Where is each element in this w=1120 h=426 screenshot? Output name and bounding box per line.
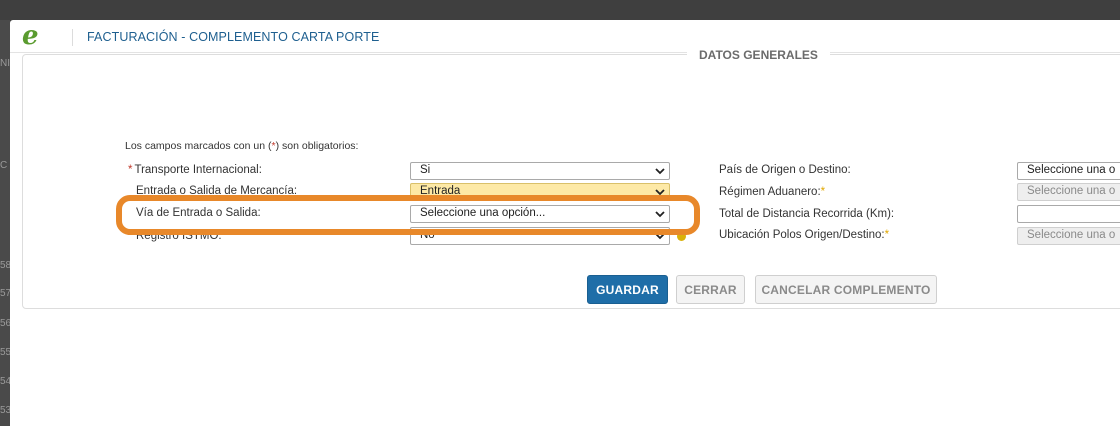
chevron-down-icon <box>655 189 665 196</box>
cerrar-button[interactable]: CERRAR <box>676 275 745 304</box>
ubicacion-polos-select[interactable]: Seleccione una o <box>1017 227 1120 245</box>
header-divider <box>72 29 73 46</box>
select-value: Seleccione una o <box>1027 229 1116 241</box>
entrada-salida-mercancia-label: Entrada o Salida de Mercancía: <box>136 185 297 197</box>
registro-istmo-label: Registro ISTMO: <box>136 230 222 242</box>
label-text: Total de Distancia Recorrida (Km): <box>719 208 895 220</box>
backdrop-fragment: 57 <box>0 288 10 299</box>
backdrop-left-strip: NI C 58 57 56 55 54 53 <box>0 20 10 426</box>
via-entrada-salida-label: Vía de Entrada o Salida: <box>136 207 261 219</box>
note-prefix: Los campos marcados con un ( <box>125 140 272 152</box>
select-value: Seleccione una o <box>1027 185 1116 197</box>
label-text: Entrada o Salida de Mercancía: <box>136 185 298 197</box>
label-text: Registro ISTMO: <box>136 230 222 242</box>
ubicacion-polos-label: Ubicación Polos Origen/Destino:* <box>719 229 889 241</box>
pais-origen-destino-select[interactable]: Seleccione una o <box>1017 162 1120 180</box>
via-entrada-salida-select[interactable]: Seleccione una opción... <box>410 205 670 223</box>
label-text: Régimen Aduanero: <box>719 186 821 198</box>
backdrop-top-bar <box>0 0 1120 20</box>
backdrop-fragment: 55 <box>0 347 10 358</box>
regimen-aduanero-label: Régimen Aduanero:* <box>719 186 825 198</box>
note-suffix: ) son obligatorios: <box>275 140 359 152</box>
label-text: Ubicación Polos Origen/Destino: <box>719 229 885 241</box>
backdrop-fragment: 53 <box>0 405 10 416</box>
total-distancia-label: Total de Distancia Recorrida (Km): <box>719 208 894 220</box>
backdrop-fragment: NI <box>0 58 10 69</box>
chevron-down-icon <box>655 168 665 175</box>
select-value: No <box>420 229 435 241</box>
select-value: Seleccione una opción... <box>420 207 546 219</box>
backdrop-fragment: 56 <box>0 318 10 329</box>
label-text: Vía de Entrada o Salida: <box>136 207 261 219</box>
chevron-down-icon <box>655 211 665 218</box>
select-value: Seleccione una o <box>1027 164 1116 176</box>
required-fields-note: Los campos marcados con un (*) son oblig… <box>125 140 358 152</box>
label-text: País de Origen o Destino: <box>719 164 851 176</box>
backdrop-fragment: 54 <box>0 376 10 387</box>
label-text: Transporte Internacional: <box>134 164 262 176</box>
backdrop-fragment: C <box>0 160 8 171</box>
modal-title: FACTURACIÓN - COMPLEMENTO CARTA PORTE <box>87 30 380 44</box>
total-distancia-input[interactable] <box>1017 205 1120 223</box>
section-legend: DATOS GENERALES <box>687 48 830 62</box>
info-dot-icon <box>677 232 686 241</box>
entrada-salida-mercancia-select[interactable]: Entrada <box>410 183 670 201</box>
registro-istmo-select[interactable]: No <box>410 227 670 245</box>
cancelar-complemento-button[interactable]: CANCELAR COMPLEMENTO <box>755 275 937 304</box>
required-marker: * <box>128 164 133 176</box>
select-value: Entrada <box>420 185 461 197</box>
required-marker: * <box>884 229 890 241</box>
modal-header: e FACTURACIÓN - COMPLEMENTO CARTA PORTE <box>10 20 1120 53</box>
transporte-internacional-label: * Transporte Internacional: <box>128 164 262 176</box>
chevron-down-icon <box>655 233 665 240</box>
backdrop-fragment: 58 <box>0 260 10 271</box>
required-marker: * <box>820 186 826 198</box>
datos-generales-section: DATOS GENERALES <box>22 48 1120 309</box>
app-logo: e <box>22 21 39 51</box>
guardar-button[interactable]: GUARDAR <box>587 275 668 304</box>
pais-origen-destino-label: País de Origen o Destino: <box>719 164 851 176</box>
transporte-internacional-select[interactable]: Si <box>410 162 670 180</box>
select-value: Si <box>420 164 431 176</box>
regimen-aduanero-select[interactable]: Seleccione una o <box>1017 183 1120 201</box>
